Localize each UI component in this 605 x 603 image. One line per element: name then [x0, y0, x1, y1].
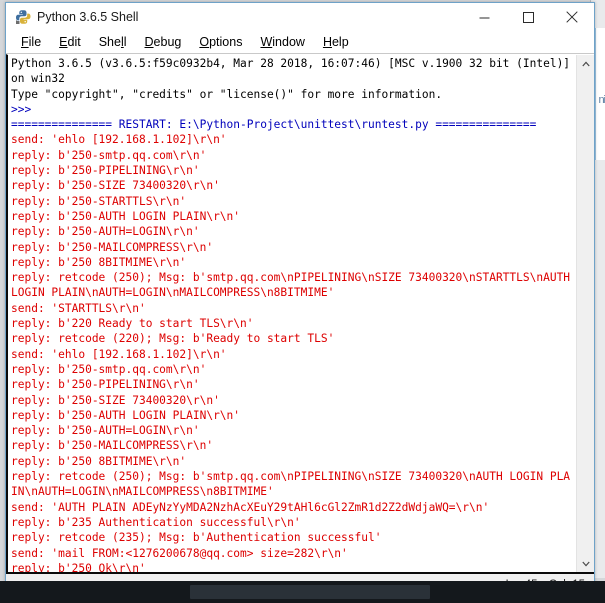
console-line: reply: b'250-MAILCOMPRESS\r\n': [11, 439, 214, 453]
menu-item-shell[interactable]: Shell: [90, 34, 136, 51]
console-line: reply: b'250-AUTH=LOGIN\r\n': [11, 225, 200, 239]
menu-item-options[interactable]: Options: [190, 34, 251, 51]
taskbar-item[interactable]: [190, 585, 430, 599]
scroll-up-arrow[interactable]: [577, 55, 594, 72]
vertical-scrollbar[interactable]: [576, 55, 594, 572]
scrollbar-track[interactable]: [577, 72, 594, 555]
console-line: reply: b'250-SIZE 73400320\r\n': [11, 393, 220, 407]
console-line: reply: b'250-AUTH LOGIN PLAIN\r\n': [11, 408, 241, 422]
console-line: reply: retcode (220); Msg: b'Ready to st…: [11, 332, 335, 346]
console-line: send: 'ehlo [192.168.1.102]\r\n': [11, 133, 227, 147]
console-line: reply: b'235 Authentication successful\r…: [11, 515, 301, 529]
console-line: reply: b'250-PIPELINING\r\n': [11, 164, 200, 178]
console-line: reply: retcode (235); Msg: b'Authenticat…: [11, 531, 382, 545]
titlebar[interactable]: Python 3.6.5 Shell: [6, 3, 594, 31]
menubar[interactable]: File Edit Shell Debug Options Window Hel…: [6, 31, 594, 54]
background-window-text: ni: [598, 94, 605, 106]
menu-item-help[interactable]: Help: [314, 34, 358, 51]
minimize-icon: [479, 17, 489, 18]
console-line: reply: b'250-MAILCOMPRESS\r\n': [11, 240, 214, 254]
chevron-down-icon: [581, 561, 590, 567]
console-area[interactable]: Python 3.6.5 (v3.6.5:f59c0932b4, Mar 28 …: [6, 54, 594, 574]
titlebar-left: Python 3.6.5 Shell: [6, 9, 138, 25]
menu-item-edit[interactable]: Edit: [50, 34, 90, 51]
taskbar[interactable]: [0, 581, 605, 603]
console-line: send: 'STARTTLS\r\n': [11, 301, 146, 315]
console-line: reply: b'250-smtp.qq.com\r\n': [11, 148, 207, 162]
console-line: reply: b'250-PIPELINING\r\n': [11, 378, 200, 392]
minimize-button[interactable]: [462, 3, 506, 31]
console-line: reply: b'250-AUTH LOGIN PLAIN\r\n': [11, 209, 241, 223]
console-line: reply: b'250-smtp.qq.com\r\n': [11, 362, 207, 376]
chevron-up-icon: [581, 60, 590, 66]
console-line: =============== RESTART: E:\Python-Proje…: [11, 118, 537, 132]
close-button[interactable]: [550, 3, 594, 31]
console-line: reply: b'250-SIZE 73400320\r\n': [11, 179, 220, 193]
console-line: Python 3.6.5 (v3.6.5:f59c0932b4, Mar 28 …: [11, 57, 571, 86]
maximize-button[interactable]: [506, 3, 550, 31]
maximize-icon: [522, 11, 534, 23]
menu-item-debug[interactable]: Debug: [136, 34, 191, 51]
console-line: reply: b'250-STARTTLS\r\n': [11, 194, 187, 208]
console-line: reply: b'250 8BITMIME\r\n': [11, 454, 187, 468]
python-idle-icon: [15, 9, 31, 25]
console-line: send: 'mail FROM:<1276200678@qq.com> siz…: [11, 546, 348, 560]
console-output[interactable]: Python 3.6.5 (v3.6.5:f59c0932b4, Mar 28 …: [8, 55, 576, 572]
console-line: reply: b'250 Ok\r\n': [11, 561, 146, 572]
console-line: reply: b'250 8BITMIME\r\n': [11, 255, 187, 269]
menu-item-file[interactable]: File: [12, 34, 50, 51]
window-controls[interactable]: [462, 3, 594, 31]
console-line: send: 'ehlo [192.168.1.102]\r\n': [11, 347, 227, 361]
console-line: reply: retcode (250); Msg: b'smtp.qq.com…: [11, 271, 571, 300]
scroll-down-arrow[interactable]: [577, 555, 594, 572]
desktop-background: ni Python 3.6.5 Shell File Edit Shell De…: [0, 0, 605, 603]
console-line: reply: b'220 Ready to start TLS\r\n': [11, 317, 254, 331]
close-icon: [566, 11, 578, 23]
window-title: Python 3.6.5 Shell: [37, 10, 139, 24]
console-line: send: 'AUTH PLAIN ADEyNzYyMDA2NzhAcXEuY2…: [11, 500, 490, 514]
console-line: reply: retcode (250); Msg: b'smtp.qq.com…: [11, 470, 571, 499]
console-line: >>>: [11, 102, 38, 116]
python-shell-window[interactable]: Python 3.6.5 Shell File Edit Shell Debug…: [5, 2, 595, 596]
console-line: reply: b'250-AUTH=LOGIN\r\n': [11, 424, 200, 438]
menu-item-window[interactable]: Window: [251, 34, 313, 51]
console-line: Type "copyright", "credits" or "license(…: [11, 87, 443, 101]
